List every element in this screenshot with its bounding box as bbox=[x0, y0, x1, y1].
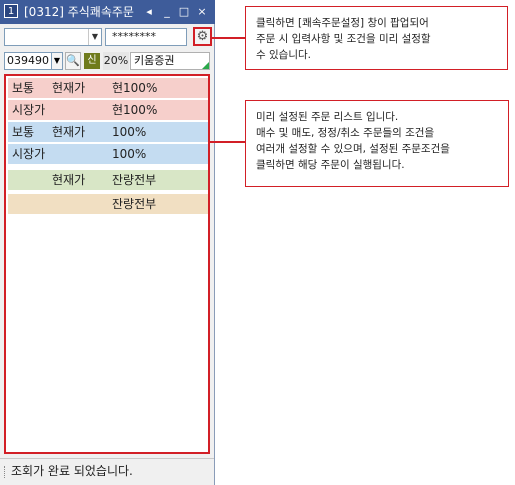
order-type: 시장가 bbox=[12, 147, 46, 161]
account-select[interactable]: ▼ bbox=[4, 28, 102, 46]
settings-button[interactable]: ⚙ bbox=[193, 27, 212, 46]
corner-indicator-icon bbox=[202, 62, 209, 69]
order-type: 보통 bbox=[12, 125, 35, 139]
order-row-4[interactable]: 시장가 100% bbox=[8, 144, 208, 165]
order-type: 보통 bbox=[12, 81, 35, 95]
stock-row: 039490 ▼ 🔍 신 20% 키움증권 bbox=[4, 52, 210, 70]
callout-order-list: 미리 설정된 주문 리스트 입니다. 매수 및 매도, 정정/취소 주문들의 조… bbox=[245, 100, 509, 187]
order-type: 시장가 bbox=[12, 103, 46, 117]
callout-settings-line-2: 주문 시 입력사항 및 조건을 미리 설정할 bbox=[256, 33, 431, 45]
order-qty: 현100% bbox=[112, 81, 158, 95]
order-qty: 잔량전부 bbox=[112, 173, 157, 187]
callout-connector-settings bbox=[212, 37, 245, 39]
stock-code-dropdown-icon[interactable]: ▼ bbox=[51, 52, 63, 70]
order-price: 현재가 bbox=[52, 81, 86, 95]
callout-list-line-2: 매수 및 매도, 정정/취소 주문들의 조건을 bbox=[256, 127, 435, 139]
order-price: 현재가 bbox=[52, 173, 86, 187]
order-list: 보통 현재가 현100% 시장가 현100% 보통 현재가 100% 시장가 1… bbox=[4, 74, 210, 454]
maximize-icon[interactable]: □ bbox=[177, 4, 191, 20]
order-row-5[interactable]: 현재가 잔량전부 bbox=[8, 170, 208, 191]
callout-list-line-1: 미리 설정된 주문 리스트 입니다. bbox=[256, 111, 399, 123]
margin-rate: 20% bbox=[103, 52, 129, 70]
callout-list-line-3: 여러개 설정할 수 있으며, 설정된 주문조건을 bbox=[256, 143, 450, 155]
window-number-badge: 1 bbox=[4, 4, 18, 18]
order-qty: 100% bbox=[112, 147, 147, 161]
prev-arrow-icon[interactable]: ◂ bbox=[142, 4, 156, 20]
callout-settings-line-3: 수 있습니다. bbox=[256, 49, 311, 61]
callout-connector-list bbox=[210, 141, 245, 143]
title-bar[interactable]: 1 [0312] 주식쾌속주문 ◂ _ □ × bbox=[0, 0, 215, 24]
callout-list-line-4: 클릭하면 해당 주문이 실행됩니다. bbox=[256, 159, 405, 171]
order-qty: 잔량전부 bbox=[112, 197, 157, 211]
order-price: 현재가 bbox=[52, 125, 86, 139]
credit-badge: 신 bbox=[84, 53, 100, 69]
password-field[interactable]: ******** bbox=[105, 28, 187, 46]
status-bar: 조회가 완료 되었습니다. bbox=[0, 458, 214, 485]
order-row-2[interactable]: 시장가 현100% bbox=[8, 100, 208, 121]
callout-settings: 클릭하면 [쾌속주문설정] 창이 팝업되어 주문 시 입력사항 및 조건을 미리… bbox=[245, 6, 508, 70]
order-row-6[interactable]: 잔량전부 bbox=[8, 194, 208, 215]
stock-code-input[interactable]: 039490 bbox=[4, 52, 52, 70]
order-row-3[interactable]: 보통 현재가 100% bbox=[8, 122, 208, 143]
order-row-1[interactable]: 보통 현재가 현100% bbox=[8, 78, 208, 99]
stock-name-label: 키움증권 bbox=[134, 54, 175, 67]
order-window: 1 [0312] 주식쾌속주문 ◂ _ □ × ▼ ******** ⚙ 039… bbox=[0, 0, 215, 485]
search-icon[interactable]: 🔍 bbox=[65, 52, 81, 70]
window-title: [0312] 주식쾌속주문 bbox=[24, 5, 134, 19]
account-row: ▼ ******** ⚙ bbox=[4, 27, 212, 48]
gear-icon: ⚙ bbox=[196, 29, 209, 44]
callout-settings-line-1: 클릭하면 [쾌속주문설정] 창이 팝업되어 bbox=[256, 17, 429, 29]
chevron-down-icon[interactable]: ▼ bbox=[88, 29, 101, 45]
close-icon[interactable]: × bbox=[195, 4, 209, 20]
grip-icon bbox=[4, 465, 8, 478]
minimize-icon[interactable]: _ bbox=[160, 4, 174, 20]
status-text: 조회가 완료 되었습니다. bbox=[11, 464, 133, 478]
stock-name: 키움증권 bbox=[130, 52, 210, 70]
order-qty: 현100% bbox=[112, 103, 158, 117]
order-qty: 100% bbox=[112, 125, 147, 139]
